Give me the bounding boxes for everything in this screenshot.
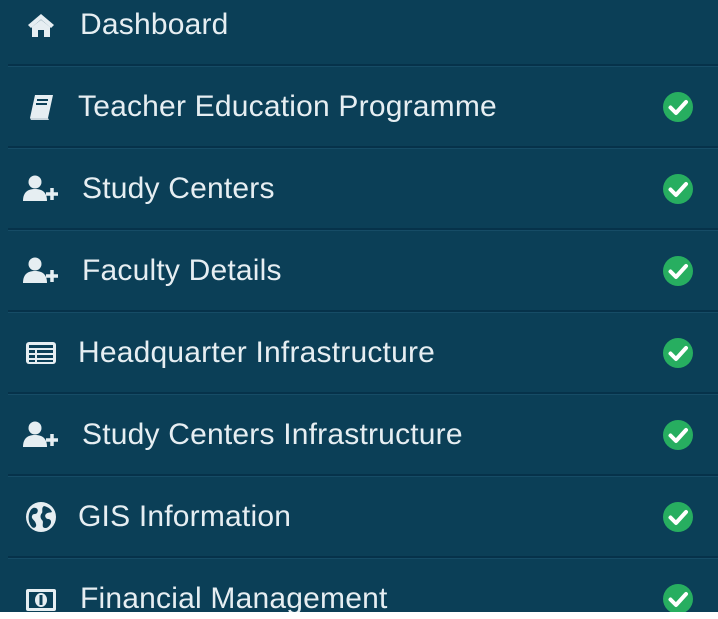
sidebar-item-label: Study Centers (82, 172, 275, 205)
add-user-icon (22, 416, 60, 454)
sidebar-item-label: Teacher Education Programme (78, 90, 497, 123)
check-circle-icon (663, 174, 693, 204)
sidebar-item-financial-management[interactable]: Financial Management (0, 558, 718, 612)
sidebar-item-gis-information[interactable]: GIS Information (0, 476, 718, 558)
check-circle-icon (663, 92, 693, 122)
list-card-icon (22, 334, 60, 372)
check-circle-icon (663, 420, 693, 450)
sidebar-item-dashboard[interactable]: Dashboard (0, 0, 718, 66)
sidebar-item-label: Faculty Details (82, 254, 282, 287)
check-circle-icon (663, 502, 693, 532)
check-circle-icon (663, 338, 693, 368)
add-user-icon (22, 170, 60, 208)
sidebar-item-label: Study Centers Infrastructure (82, 418, 463, 451)
sidebar-item-label: GIS Information (78, 500, 292, 533)
sidebar-item-teacher-education-programme[interactable]: Teacher Education Programme (0, 66, 718, 148)
page-background (0, 612, 718, 619)
sidebar-item-study-centers[interactable]: Study Centers (0, 148, 718, 230)
check-circle-icon (663, 584, 693, 612)
sidebar-item-faculty-details[interactable]: Faculty Details (0, 230, 718, 312)
sidebar-item-label: Headquarter Infrastructure (78, 336, 436, 369)
money-icon (22, 580, 60, 612)
sidebar-item-label: Financial Management (80, 582, 388, 612)
globe-icon (22, 498, 60, 536)
sidebar-menu: Dashboard Teacher Education Programme St (0, 0, 718, 612)
sidebar-item-study-centers-infrastructure[interactable]: Study Centers Infrastructure (0, 394, 718, 476)
sidebar-item-label: Dashboard (80, 8, 229, 41)
sidebar-item-headquarter-infrastructure[interactable]: Headquarter Infrastructure (0, 312, 718, 394)
home-icon (22, 6, 60, 44)
add-user-icon (22, 252, 60, 290)
book-icon (22, 88, 60, 126)
check-circle-icon (663, 256, 693, 286)
